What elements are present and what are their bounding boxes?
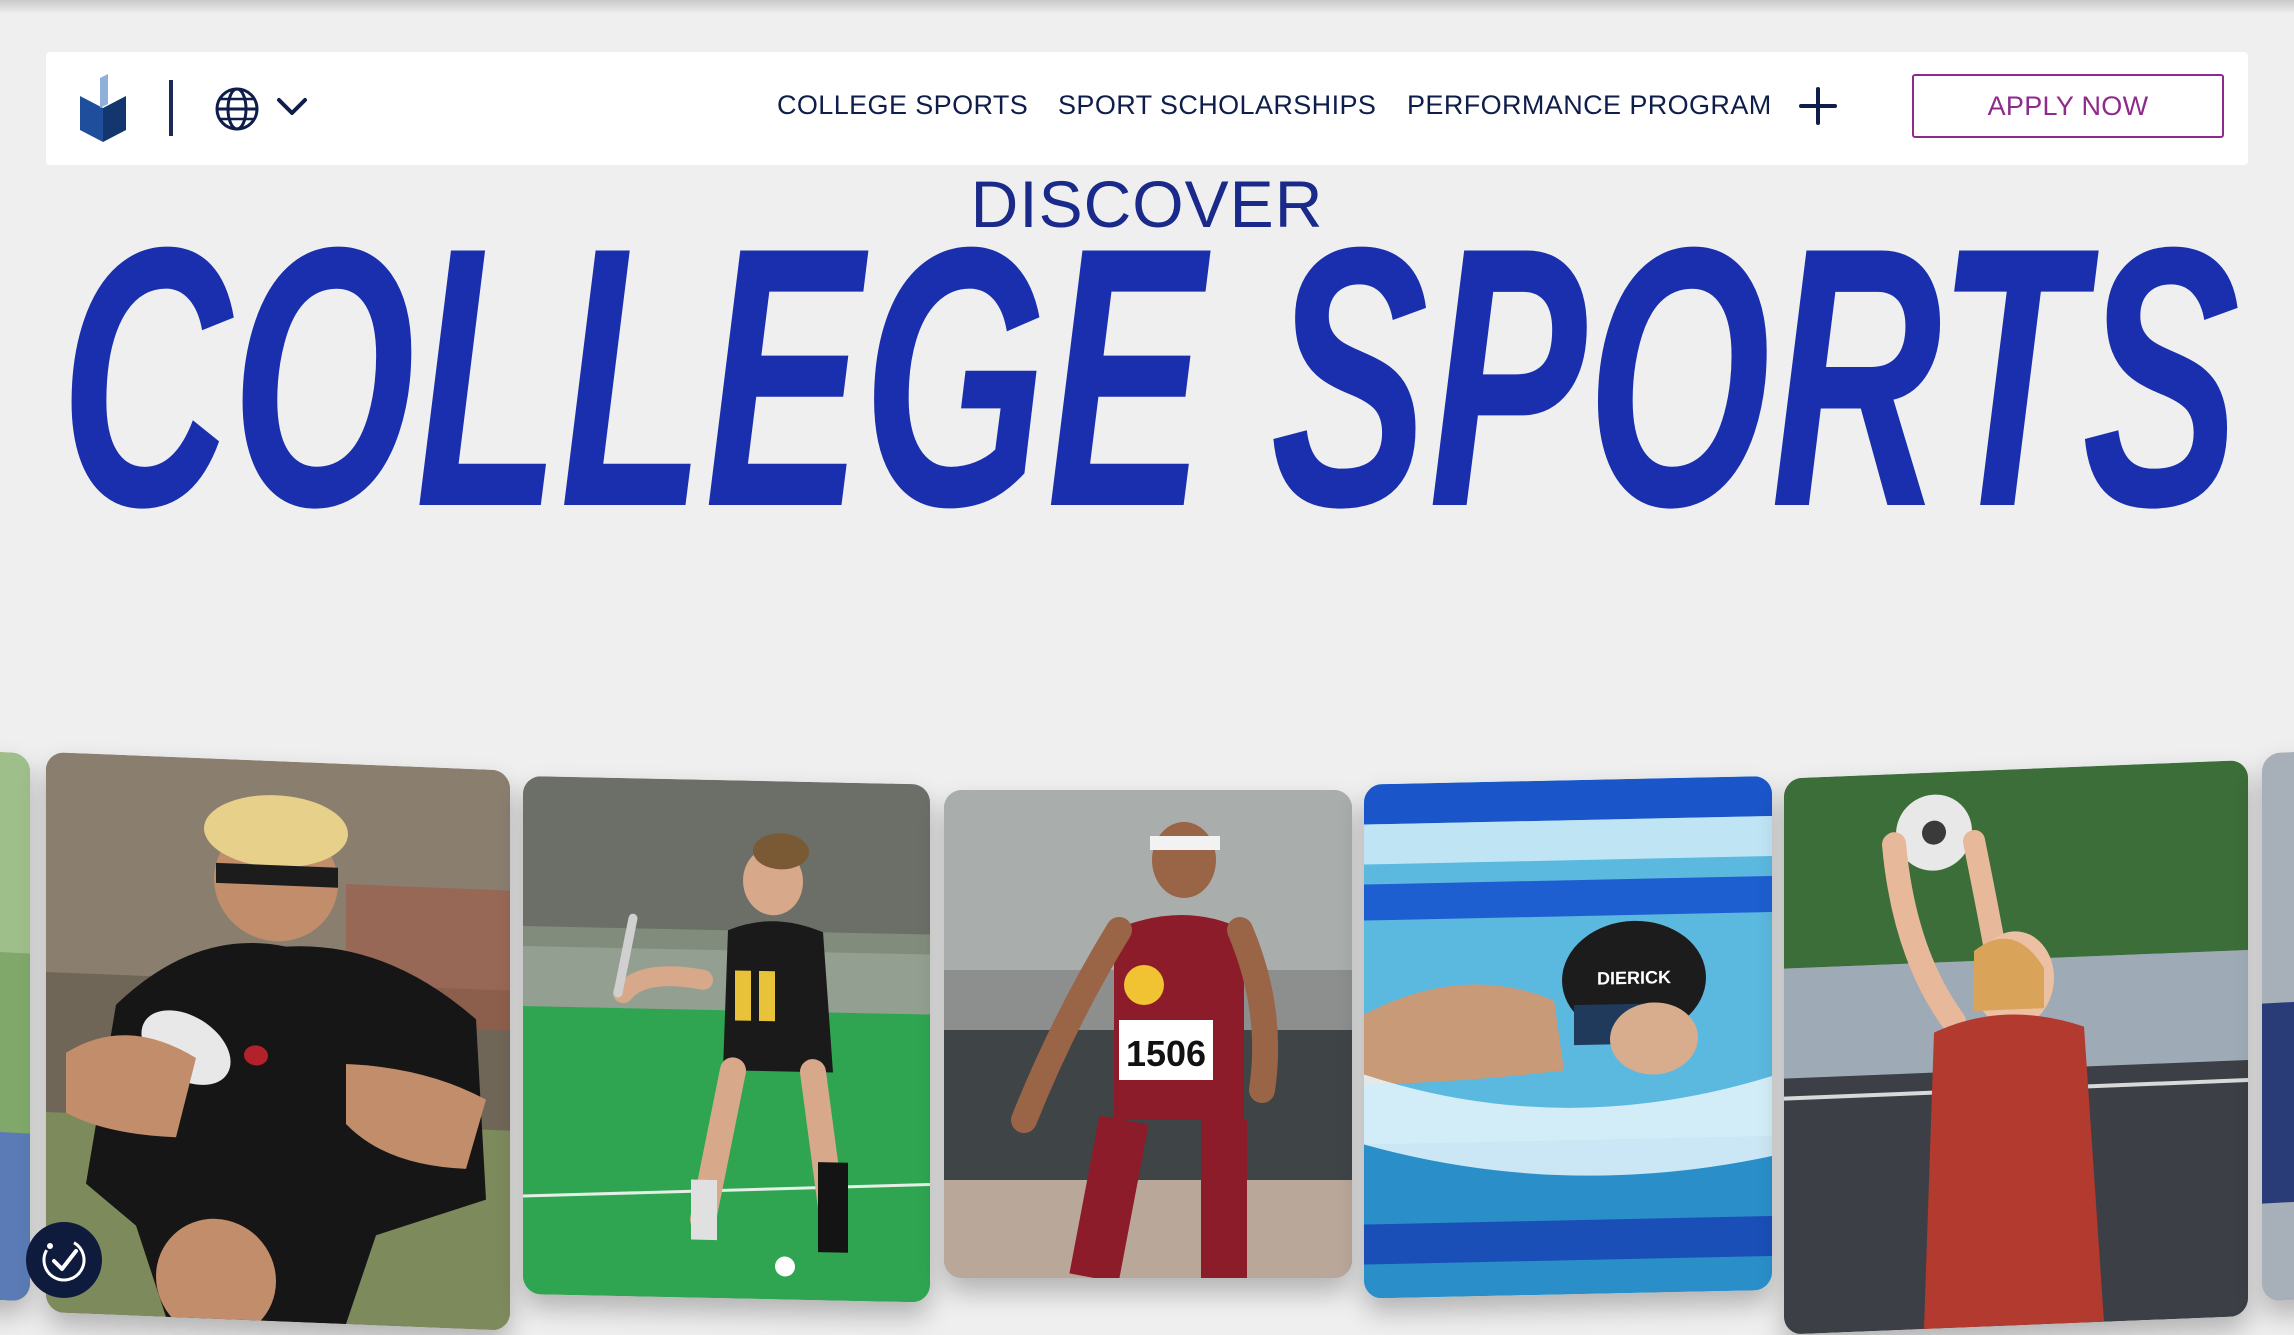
- apply-now-button[interactable]: APPLY NOW: [1912, 74, 2224, 138]
- photo-card-partial-right[interactable]: [2262, 750, 2294, 1302]
- top-shadow: [0, 0, 2294, 14]
- svg-text:COLLEGE SPORTS: COLLEGE SPORTS: [60, 175, 2241, 535]
- plus-icon[interactable]: [1798, 86, 1838, 126]
- svg-text:DIERICK: DIERICK: [1597, 967, 1671, 989]
- nav-link-college-sports[interactable]: COLLEGE SPORTS: [777, 90, 1028, 121]
- svg-text:1506: 1506: [1126, 1033, 1206, 1074]
- photo-card-rugby[interactable]: [46, 752, 510, 1331]
- chevron-down-icon[interactable]: [276, 96, 308, 118]
- photo-card-swimming[interactable]: DIERICK: [1364, 776, 1772, 1299]
- accessibility-check-icon[interactable]: [26, 1222, 102, 1298]
- photo-card-soccer[interactable]: [1784, 760, 2248, 1335]
- photo-card-track[interactable]: 1506: [944, 790, 1352, 1278]
- globe-icon[interactable]: [214, 86, 260, 132]
- nav-link-sport-scholarships[interactable]: SPORT SCHOLARSHIPS: [1058, 90, 1376, 121]
- photo-card-partial-left[interactable]: [0, 750, 30, 1302]
- logo-icon[interactable]: [76, 74, 130, 142]
- nav-divider: [169, 80, 173, 136]
- hero-headline: COLLEGE SPORTS: [60, 175, 2241, 535]
- photo-card-field-hockey[interactable]: [523, 776, 930, 1303]
- nav-bar: COLLEGE SPORTS SPORT SCHOLARSHIPS PERFOR…: [46, 52, 2248, 165]
- nav-link-performance-program[interactable]: PERFORMANCE PROGRAM: [1407, 90, 1772, 121]
